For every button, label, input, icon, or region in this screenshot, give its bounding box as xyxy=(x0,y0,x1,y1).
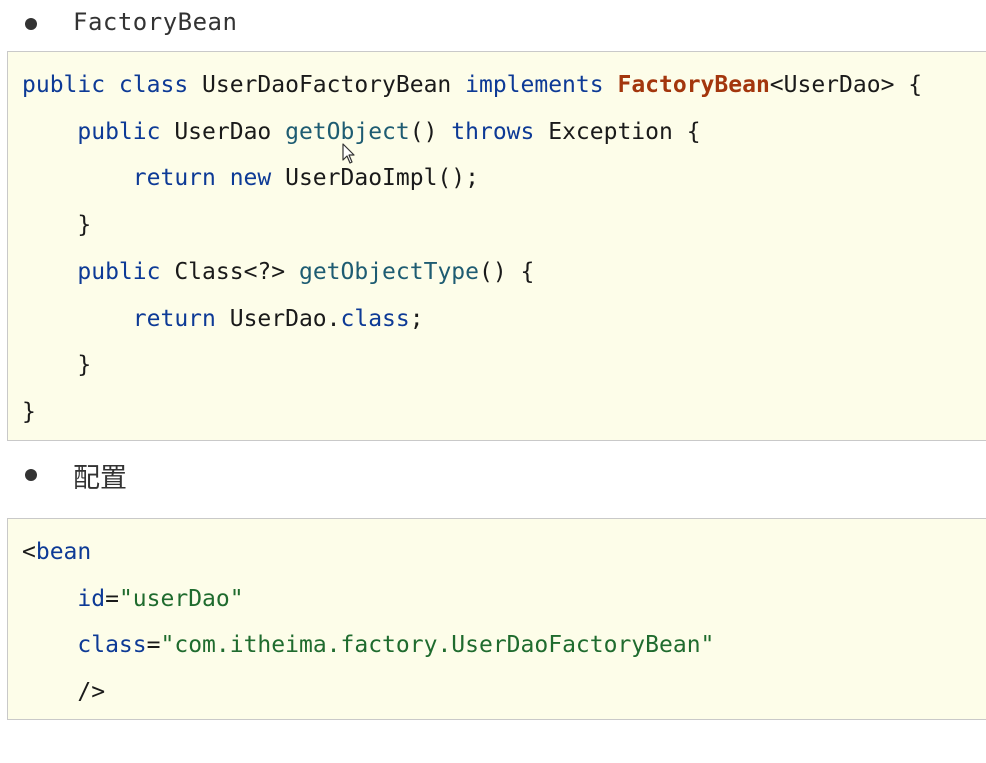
code-token: <UserDao> { xyxy=(769,72,923,98)
code-token: = xyxy=(105,585,119,612)
code-token: FactoryBean xyxy=(617,72,770,98)
code-token: UserDaoImpl(); xyxy=(271,165,479,192)
code-token: ; xyxy=(409,305,424,332)
xml-config-block: <bean id="userDao" class="com.itheima.fa… xyxy=(7,518,986,720)
section-title: FactoryBean xyxy=(73,8,238,36)
code-line: class="com.itheima.factory.UserDaoFactor… xyxy=(22,630,714,660)
bullet-dot-icon xyxy=(25,18,37,30)
code-token: UserDao xyxy=(160,118,286,145)
code-line: id="userDao" xyxy=(22,584,244,614)
code-line: } xyxy=(22,350,91,380)
code-token: /> xyxy=(22,679,106,706)
code-token: public class xyxy=(22,72,189,98)
code-token: class xyxy=(77,632,147,659)
code-token: } xyxy=(22,352,92,379)
code-line: } xyxy=(22,397,36,427)
code-token: UserDaoFactoryBean xyxy=(188,72,466,98)
code-token: getObject xyxy=(285,118,410,145)
code-token: Exception { xyxy=(534,118,701,145)
code-token: return new xyxy=(132,165,272,192)
code-token: < xyxy=(22,539,36,565)
code-token: id xyxy=(77,585,106,612)
code-token: implements xyxy=(465,72,604,98)
code-line: /> xyxy=(22,677,105,707)
code-line: return new UserDaoImpl(); xyxy=(22,163,479,193)
bullet-dot-icon xyxy=(25,469,37,481)
code-token: "com.itheima.factory.UserDaoFactoryBean" xyxy=(160,632,715,659)
code-token: throws xyxy=(451,118,535,145)
code-line: } xyxy=(22,210,91,240)
code-token: } xyxy=(22,398,36,425)
section-title: 配置 xyxy=(73,463,127,494)
code-token: "userDao" xyxy=(118,585,244,612)
code-line: public Class<?> getObjectType() { xyxy=(22,257,534,287)
code-token: public xyxy=(77,258,161,285)
code-line: public UserDao getObject() throws Except… xyxy=(22,117,701,147)
code-token: getObjectType xyxy=(298,258,479,285)
java-code-block: public class UserDaoFactoryBean implemen… xyxy=(7,51,986,441)
code-token: = xyxy=(146,632,161,659)
code-token: UserDao. xyxy=(215,305,341,332)
code-token: Class<?> xyxy=(160,258,299,285)
code-token: return xyxy=(132,305,216,332)
code-token: class xyxy=(340,305,410,332)
code-line: public class UserDaoFactoryBean implemen… xyxy=(22,70,922,100)
code-token: public xyxy=(77,118,161,145)
code-line: return UserDao.class; xyxy=(22,304,424,334)
mouse-pointer-icon xyxy=(342,143,355,164)
code-token: () { xyxy=(478,258,535,285)
code-token: () xyxy=(409,118,452,145)
code-token: bean xyxy=(35,539,92,565)
code-line: <bean xyxy=(22,537,91,567)
code-token: } xyxy=(22,212,92,239)
